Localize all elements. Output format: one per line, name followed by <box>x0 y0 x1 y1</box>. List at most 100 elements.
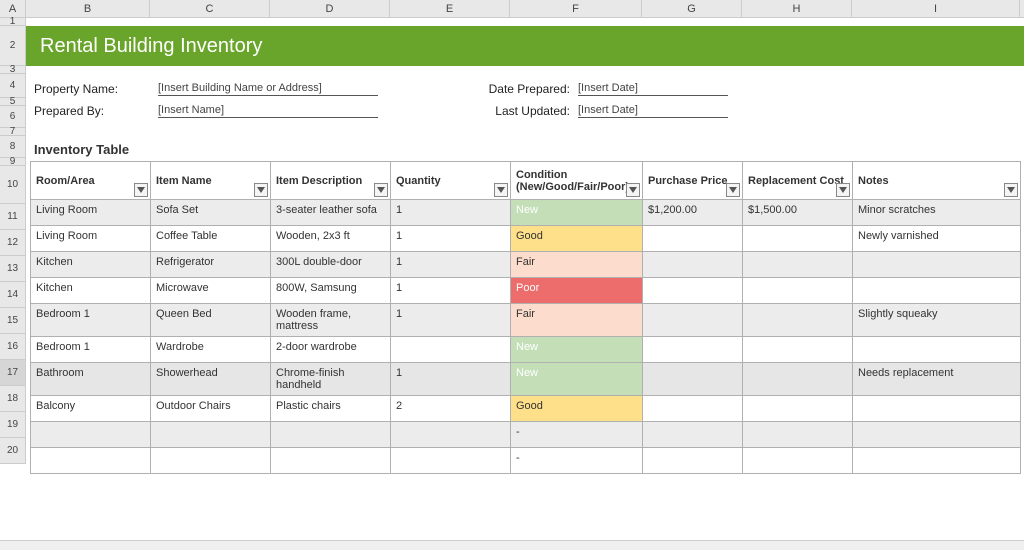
cell-qty[interactable]: 2 <box>391 396 511 422</box>
table-row[interactable]: - <box>31 448 1021 474</box>
cell-notes[interactable] <box>853 337 1021 363</box>
filter-dropdown-icon[interactable] <box>134 183 148 197</box>
cell-desc[interactable]: 800W, Samsung <box>271 278 391 304</box>
row-header-6[interactable]: 6 <box>0 106 26 128</box>
cell-notes[interactable] <box>853 448 1021 474</box>
prepared-by-input[interactable]: [Insert Name] <box>158 104 378 118</box>
cell-qty[interactable] <box>391 448 511 474</box>
cell-room[interactable] <box>31 422 151 448</box>
cell-qty[interactable] <box>391 422 511 448</box>
date-prepared-input[interactable]: [Insert Date] <box>578 82 728 96</box>
row-header-12[interactable]: 12 <box>0 230 26 256</box>
cell-repl[interactable] <box>743 422 853 448</box>
row-header-9[interactable]: 9 <box>0 158 26 166</box>
row-header-8[interactable]: 8 <box>0 136 26 158</box>
last-updated-input[interactable]: [Insert Date] <box>578 104 728 118</box>
cell-price[interactable] <box>643 252 743 278</box>
cell-room[interactable]: Bedroom 1 <box>31 337 151 363</box>
filter-dropdown-icon[interactable] <box>836 183 850 197</box>
cell-repl[interactable] <box>743 278 853 304</box>
filter-dropdown-icon[interactable] <box>374 183 388 197</box>
column-header-item[interactable]: Item Name <box>151 162 271 200</box>
cell-repl[interactable] <box>743 226 853 252</box>
filter-dropdown-icon[interactable] <box>626 183 640 197</box>
cell-qty[interactable]: 1 <box>391 200 511 226</box>
cell-price[interactable] <box>643 278 743 304</box>
cell-item[interactable]: Microwave <box>151 278 271 304</box>
property-name-input[interactable]: [Insert Building Name or Address] <box>158 82 378 96</box>
cell-desc[interactable]: Wooden frame, mattress <box>271 304 391 337</box>
column-header-C[interactable]: C <box>150 0 270 17</box>
column-header-qty[interactable]: Quantity <box>391 162 511 200</box>
cell-qty[interactable]: 1 <box>391 278 511 304</box>
cell-price[interactable] <box>643 422 743 448</box>
row-header-column[interactable]: 1234567891011121314151617181920 <box>0 18 26 464</box>
cell-desc[interactable] <box>271 422 391 448</box>
cell-price[interactable] <box>643 363 743 396</box>
cell-item[interactable]: Queen Bed <box>151 304 271 337</box>
cell-repl[interactable] <box>743 448 853 474</box>
filter-dropdown-icon[interactable] <box>1004 183 1018 197</box>
table-row[interactable]: Living RoomCoffee TableWooden, 2x3 ft1Go… <box>31 226 1021 252</box>
cell-cond[interactable]: New <box>511 337 643 363</box>
sheet-tab-strip[interactable] <box>0 540 1024 550</box>
inventory-table[interactable]: Room/AreaItem NameItem DescriptionQuanti… <box>30 161 1021 474</box>
cell-notes[interactable]: Newly varnished <box>853 226 1021 252</box>
cell-desc[interactable] <box>271 448 391 474</box>
cell-room[interactable]: Living Room <box>31 226 151 252</box>
cell-price[interactable] <box>643 396 743 422</box>
cell-desc[interactable]: Wooden, 2x3 ft <box>271 226 391 252</box>
cell-room[interactable]: Living Room <box>31 200 151 226</box>
cell-item[interactable]: Wardrobe <box>151 337 271 363</box>
cell-item[interactable] <box>151 422 271 448</box>
cell-item[interactable]: Refrigerator <box>151 252 271 278</box>
cell-room[interactable]: Bedroom 1 <box>31 304 151 337</box>
row-header-16[interactable]: 16 <box>0 334 26 360</box>
column-header-F[interactable]: F <box>510 0 642 17</box>
row-header-5[interactable]: 5 <box>0 98 26 106</box>
row-header-1[interactable]: 1 <box>0 18 26 26</box>
table-row[interactable]: BathroomShowerheadChrome-finish handheld… <box>31 363 1021 396</box>
table-row[interactable]: KitchenMicrowave800W, Samsung1Poor <box>31 278 1021 304</box>
column-header-I[interactable]: I <box>852 0 1020 17</box>
cell-cond[interactable]: Fair <box>511 252 643 278</box>
column-header-A[interactable]: A <box>0 0 26 17</box>
cell-cond[interactable]: Good <box>511 226 643 252</box>
cell-room[interactable]: Balcony <box>31 396 151 422</box>
cell-notes[interactable]: Needs replacement <box>853 363 1021 396</box>
cell-cond[interactable]: - <box>511 422 643 448</box>
cell-item[interactable] <box>151 448 271 474</box>
filter-dropdown-icon[interactable] <box>254 183 268 197</box>
cell-cond[interactable]: New <box>511 363 643 396</box>
cell-cond[interactable]: Good <box>511 396 643 422</box>
column-header-B[interactable]: B <box>26 0 150 17</box>
cell-desc[interactable]: 2-door wardrobe <box>271 337 391 363</box>
cell-item[interactable]: Outdoor Chairs <box>151 396 271 422</box>
cell-item[interactable]: Showerhead <box>151 363 271 396</box>
cell-repl[interactable] <box>743 304 853 337</box>
cell-room[interactable] <box>31 448 151 474</box>
cell-repl[interactable] <box>743 337 853 363</box>
table-row[interactable]: - <box>31 422 1021 448</box>
table-row[interactable]: Bedroom 1Queen BedWooden frame, mattress… <box>31 304 1021 337</box>
row-header-7[interactable]: 7 <box>0 128 26 136</box>
row-header-10[interactable]: 10 <box>0 166 26 204</box>
cell-room[interactable]: Kitchen <box>31 278 151 304</box>
cell-desc[interactable]: Chrome-finish handheld <box>271 363 391 396</box>
cell-notes[interactable]: Minor scratches <box>853 200 1021 226</box>
column-header-price[interactable]: Purchase Price <box>643 162 743 200</box>
row-header-2[interactable]: 2 <box>0 26 26 66</box>
table-row[interactable]: KitchenRefrigerator300L double-door1Fair <box>31 252 1021 278</box>
cell-notes[interactable]: Slightly squeaky <box>853 304 1021 337</box>
cell-notes[interactable] <box>853 252 1021 278</box>
cell-price[interactable] <box>643 337 743 363</box>
column-header-repl[interactable]: Replacement Cost <box>743 162 853 200</box>
row-header-19[interactable]: 19 <box>0 412 26 438</box>
column-header-E[interactable]: E <box>390 0 510 17</box>
cell-desc[interactable]: 300L double-door <box>271 252 391 278</box>
cell-cond[interactable]: Poor <box>511 278 643 304</box>
cell-desc[interactable]: Plastic chairs <box>271 396 391 422</box>
cell-notes[interactable] <box>853 422 1021 448</box>
row-header-15[interactable]: 15 <box>0 308 26 334</box>
column-header-room[interactable]: Room/Area <box>31 162 151 200</box>
